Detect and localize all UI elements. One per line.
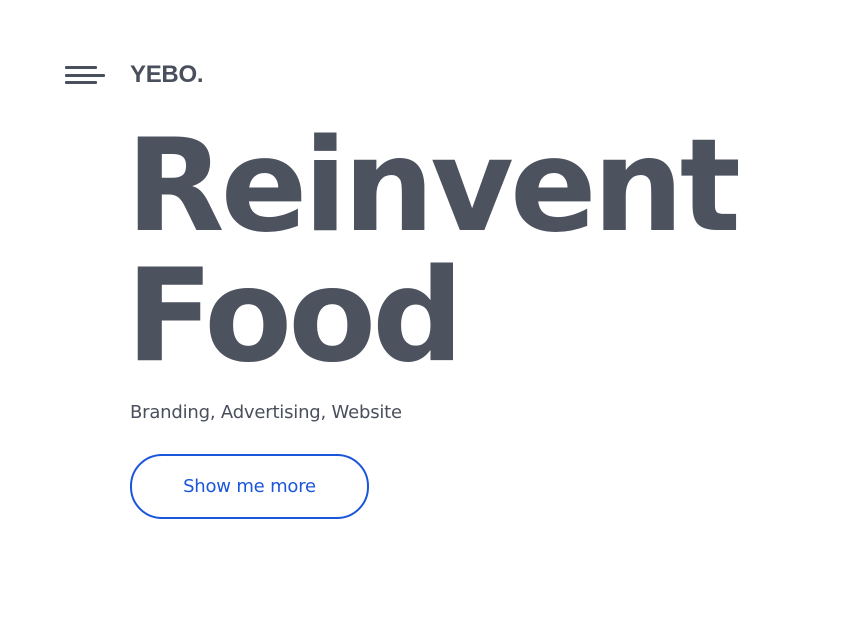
show-me-more-button[interactable]: Show me more [130, 454, 369, 519]
hero-title: Reinvent Food [126, 112, 741, 391]
hero-title-line-2: Food [126, 242, 464, 391]
hamburger-menu-icon[interactable] [65, 66, 105, 86]
site-logo[interactable]: YEBO. [130, 60, 203, 90]
hero-title-line-1: Reinvent [126, 112, 741, 261]
hero-subtitle: Branding, Advertising, Website [130, 402, 402, 423]
menu-line [65, 66, 97, 69]
menu-line [65, 74, 105, 77]
menu-line [65, 81, 97, 84]
